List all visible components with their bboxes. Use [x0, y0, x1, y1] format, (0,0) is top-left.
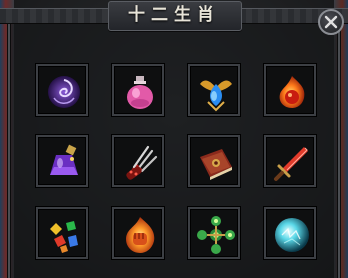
blood-claw-icon: [126, 145, 158, 180]
blue-gem-amulet-icon: [200, 80, 232, 112]
purple-elixir-bottle-icon: [50, 144, 78, 175]
fire-fist-icon: [126, 217, 155, 253]
item-slot-12[interactable]: [264, 207, 316, 259]
close-icon: [324, 15, 338, 29]
window-title: 十二生肖: [128, 5, 220, 25]
red-greatsword-icon: [274, 147, 308, 181]
window-header: 十二生肖: [0, 0, 348, 31]
item-slot-4[interactable]: [264, 64, 316, 116]
item-slot-1[interactable]: [36, 64, 88, 116]
colored-gems-icon: [50, 221, 78, 253]
flaming-red-orb-icon: [279, 76, 305, 108]
item-slot-9[interactable]: [36, 207, 88, 259]
purple-vortex-orb-icon: [48, 76, 80, 108]
red-spellbook-icon: [200, 149, 232, 180]
item-slot-7[interactable]: [188, 135, 240, 187]
item-slot-8[interactable]: [264, 135, 316, 187]
item-slot-6[interactable]: [112, 135, 164, 187]
item-slot-3[interactable]: [188, 64, 240, 116]
zodiac-window: 十二生肖: [0, 0, 348, 278]
pink-potion-bottle-icon: [127, 76, 153, 109]
item-slot-10[interactable]: [112, 207, 164, 259]
cyan-energy-sphere-icon: [275, 218, 309, 252]
item-slot-5[interactable]: [36, 135, 88, 187]
item-slot-11[interactable]: [188, 207, 240, 259]
green-jade-cross-icon: [197, 216, 235, 254]
close-button[interactable]: [318, 9, 344, 35]
item-slot-2[interactable]: [112, 64, 164, 116]
